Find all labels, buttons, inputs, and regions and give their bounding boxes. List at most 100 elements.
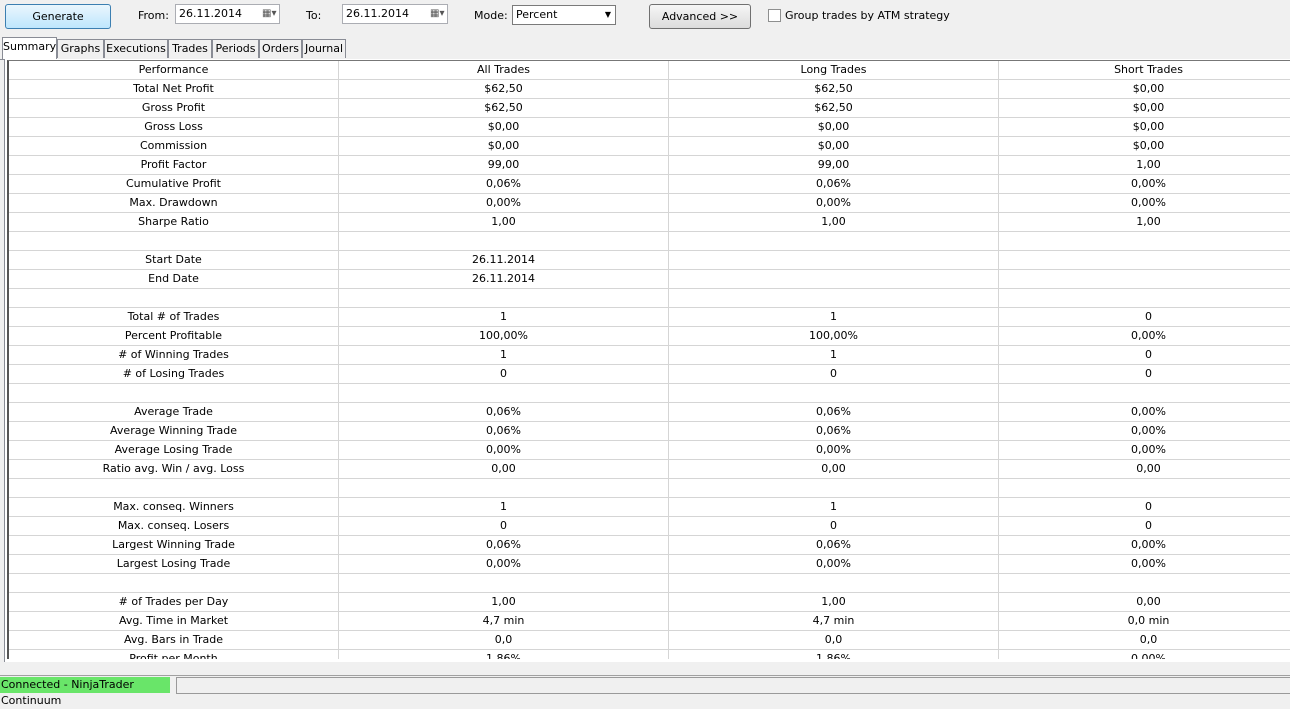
- cell-short-trades: [999, 479, 1290, 498]
- cell-long-trades: 0,0: [669, 631, 999, 650]
- header-row: Performance All Trades Long Trades Short…: [9, 61, 1290, 80]
- cell-all-trades: [339, 384, 669, 403]
- table-row[interactable]: Avg. Time in Market 4,7 min 4,7 min 0,0 min: [9, 612, 1290, 631]
- tab-executions[interactable]: Executions: [104, 39, 168, 58]
- performance-grid[interactable]: Performance All Trades Long Trades Short…: [7, 60, 1290, 659]
- cell-long-trades: 99,00: [669, 156, 999, 175]
- table-row[interactable]: Gross Profit $62,50 $62,50 $0,00: [9, 99, 1290, 118]
- cell-short-trades: 0,00: [999, 593, 1290, 612]
- from-date-picker[interactable]: 26.11.2014 ▦▾: [175, 4, 280, 24]
- table-row[interactable]: Profit Factor 99,00 99,00 1,00: [9, 156, 1290, 175]
- cell-all-trades: 1,00: [339, 593, 669, 612]
- cell-short-trades: 0,0: [999, 631, 1290, 650]
- table-row[interactable]: Max. Drawdown 0,00% 0,00% 0,00%: [9, 194, 1290, 213]
- from-date-value: 26.11.2014: [179, 7, 242, 20]
- cell-short-trades: 0,00%: [999, 194, 1290, 213]
- cell-all-trades: 1: [339, 498, 669, 517]
- table-row[interactable]: Cumulative Profit 0,06% 0,06% 0,00%: [9, 175, 1290, 194]
- cell-metric: Average Losing Trade: [9, 441, 339, 460]
- cell-short-trades: 0,0 min: [999, 612, 1290, 631]
- calendar-dropdown-icon[interactable]: ▦▾: [262, 8, 276, 20]
- cell-long-trades: 4,7 min: [669, 612, 999, 631]
- cell-metric: Avg. Bars in Trade: [9, 631, 339, 650]
- table-row[interactable]: # of Losing Trades 0 0 0: [9, 365, 1290, 384]
- status-bar: Connected - NinjaTrader Continuum: [0, 675, 1290, 707]
- cell-short-trades: 0: [999, 365, 1290, 384]
- cell-metric: [9, 232, 339, 251]
- cell-long-trades: 0,00: [669, 460, 999, 479]
- table-row[interactable]: Total Net Profit $62,50 $62,50 $0,00: [9, 80, 1290, 99]
- cell-all-trades: $0,00: [339, 118, 669, 137]
- table-row[interactable]: Sharpe Ratio 1,00 1,00 1,00: [9, 213, 1290, 232]
- cell-metric: Start Date: [9, 251, 339, 270]
- table-row[interactable]: Commission $0,00 $0,00 $0,00: [9, 137, 1290, 156]
- tab-summary[interactable]: Summary: [2, 37, 57, 59]
- table-row[interactable]: Total # of Trades 1 1 0: [9, 308, 1290, 327]
- cell-metric: Average Trade: [9, 403, 339, 422]
- table-row[interactable]: [9, 384, 1290, 403]
- cell-short-trades: [999, 289, 1290, 308]
- table-row[interactable]: Start Date 26.11.2014: [9, 251, 1290, 270]
- table-row[interactable]: Largest Losing Trade 0,00% 0,00% 0,00%: [9, 555, 1290, 574]
- table-row[interactable]: End Date 26.11.2014: [9, 270, 1290, 289]
- toolbar: Generate From: 26.11.2014 ▦▾ To: 26.11.2…: [0, 0, 1290, 36]
- tab-graphs[interactable]: Graphs: [57, 39, 104, 58]
- table-row[interactable]: [9, 479, 1290, 498]
- generate-button[interactable]: Generate: [5, 4, 111, 29]
- cell-short-trades: 0,00%: [999, 536, 1290, 555]
- cell-metric: Cumulative Profit: [9, 175, 339, 194]
- tab-periods[interactable]: Periods: [212, 39, 259, 58]
- table-row[interactable]: Ratio avg. Win / avg. Loss 0,00 0,00 0,00: [9, 460, 1290, 479]
- cell-long-trades: 0,00%: [669, 555, 999, 574]
- cell-metric: Total # of Trades: [9, 308, 339, 327]
- cell-all-trades: 0: [339, 517, 669, 536]
- table-row[interactable]: Max. conseq. Winners 1 1 0: [9, 498, 1290, 517]
- cell-all-trades: 99,00: [339, 156, 669, 175]
- mode-select[interactable]: Percent ▼: [512, 5, 616, 25]
- table-row[interactable]: Largest Winning Trade 0,06% 0,06% 0,00%: [9, 536, 1290, 555]
- group-atm-checkbox[interactable]: [768, 9, 781, 22]
- cell-all-trades: 1,86%: [339, 650, 669, 659]
- table-row[interactable]: [9, 289, 1290, 308]
- tab-journal[interactable]: Journal: [302, 39, 346, 58]
- cell-long-trades: [669, 479, 999, 498]
- cell-long-trades: 0,06%: [669, 422, 999, 441]
- calendar-dropdown-icon[interactable]: ▦▾: [430, 8, 444, 20]
- cell-all-trades: 4,7 min: [339, 612, 669, 631]
- cell-long-trades: 0,00%: [669, 194, 999, 213]
- cell-long-trades: $62,50: [669, 99, 999, 118]
- header-long-trades: Long Trades: [669, 61, 999, 80]
- table-row[interactable]: # of Trades per Day 1,00 1,00 0,00: [9, 593, 1290, 612]
- table-row[interactable]: [9, 232, 1290, 251]
- cell-short-trades: [999, 251, 1290, 270]
- cell-short-trades: 1,00: [999, 156, 1290, 175]
- table-row[interactable]: Average Losing Trade 0,00% 0,00% 0,00%: [9, 441, 1290, 460]
- to-date-picker[interactable]: 26.11.2014 ▦▾: [342, 4, 448, 24]
- cell-all-trades: [339, 574, 669, 593]
- summary-panel: Performance All Trades Long Trades Short…: [4, 59, 1290, 662]
- cell-all-trades: 1: [339, 346, 669, 365]
- table-row[interactable]: Average Winning Trade 0,06% 0,06% 0,00%: [9, 422, 1290, 441]
- cell-metric: Avg. Time in Market: [9, 612, 339, 631]
- cell-short-trades: $0,00: [999, 118, 1290, 137]
- tab-trades[interactable]: Trades: [168, 39, 212, 58]
- table-row[interactable]: [9, 574, 1290, 593]
- table-row[interactable]: Average Trade 0,06% 0,06% 0,00%: [9, 403, 1290, 422]
- cell-short-trades: 0,00%: [999, 403, 1290, 422]
- cell-metric: End Date: [9, 270, 339, 289]
- group-atm-label[interactable]: Group trades by ATM strategy: [785, 9, 950, 22]
- header-all-trades: All Trades: [339, 61, 669, 80]
- table-row[interactable]: Max. conseq. Losers 0 0 0: [9, 517, 1290, 536]
- table-row[interactable]: Profit per Month 1,86% 1,86% 0,00%: [9, 650, 1290, 659]
- cell-all-trades: [339, 232, 669, 251]
- cell-short-trades: 0,00%: [999, 441, 1290, 460]
- tab-orders[interactable]: Orders: [259, 39, 302, 58]
- cell-metric: Total Net Profit: [9, 80, 339, 99]
- cell-all-trades: 0,00%: [339, 441, 669, 460]
- table-row[interactable]: Avg. Bars in Trade 0,0 0,0 0,0: [9, 631, 1290, 650]
- table-row[interactable]: Gross Loss $0,00 $0,00 $0,00: [9, 118, 1290, 137]
- advanced-button[interactable]: Advanced >>: [649, 4, 751, 29]
- cell-short-trades: 0,00%: [999, 327, 1290, 346]
- table-row[interactable]: Percent Profitable 100,00% 100,00% 0,00%: [9, 327, 1290, 346]
- table-row[interactable]: # of Winning Trades 1 1 0: [9, 346, 1290, 365]
